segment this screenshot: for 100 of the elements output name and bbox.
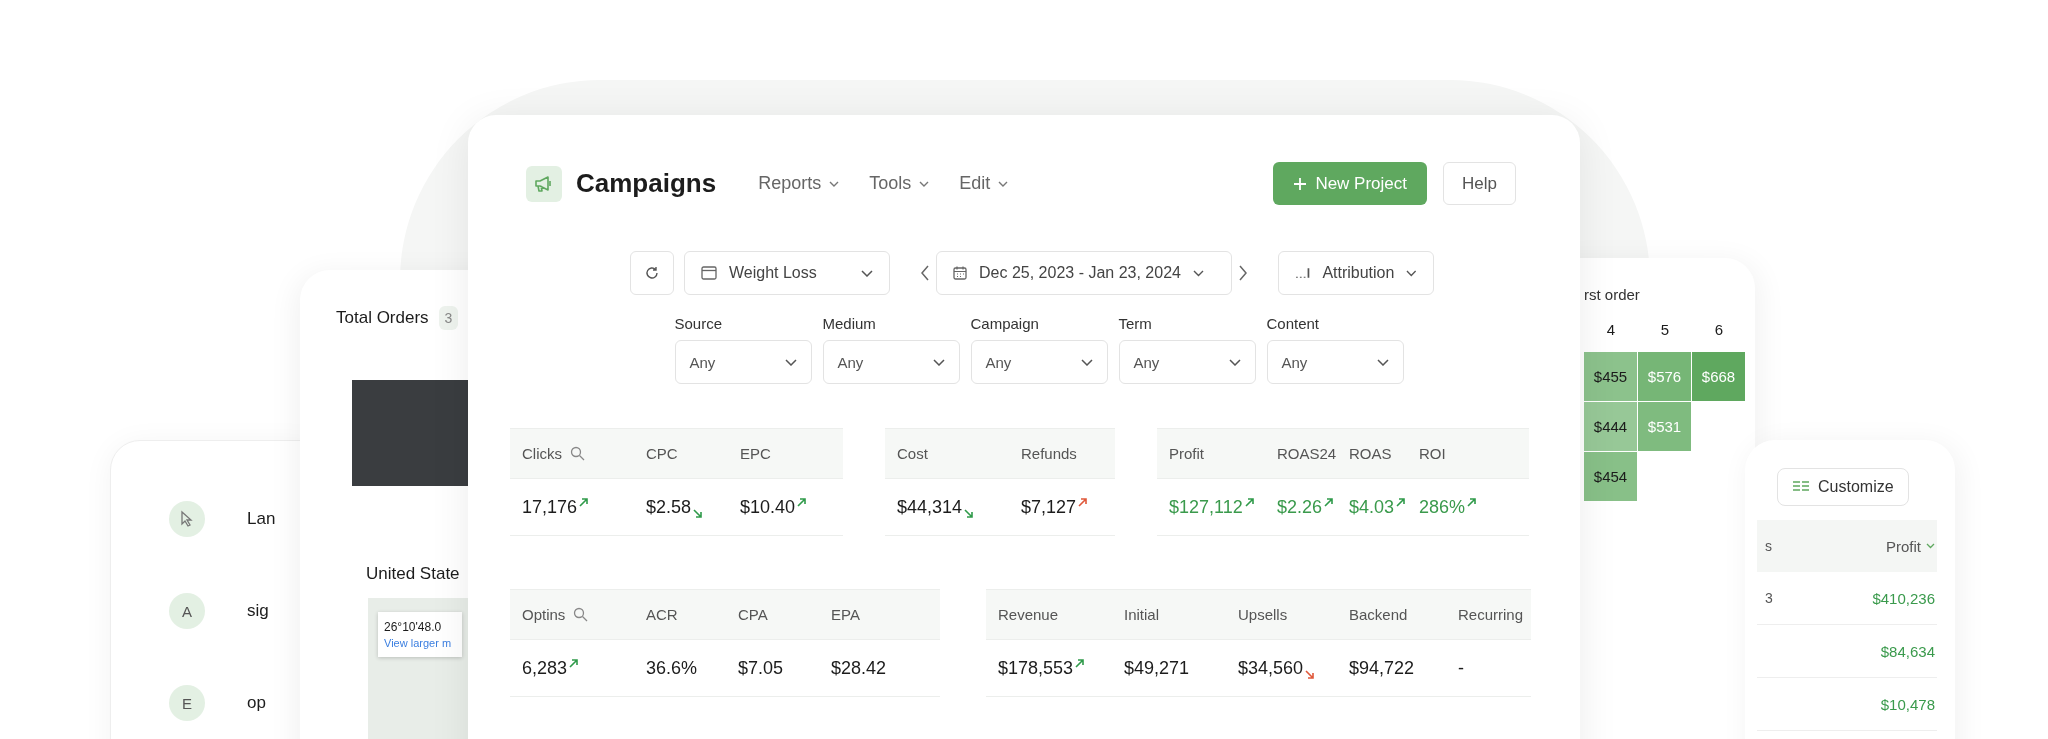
megaphone-icon <box>526 165 562 202</box>
column-header: 5 <box>1659 321 1671 338</box>
step-label: Lan <box>247 509 276 529</box>
card-title: rst order <box>1584 286 1641 303</box>
column-header: s <box>1764 538 1773 554</box>
column-header: 6 <box>1713 321 1725 338</box>
plus-icon <box>1293 176 1308 191</box>
metric-value: 6,283 <box>522 657 568 679</box>
filter-label: Content <box>1266 315 1321 332</box>
filter-dropdown[interactable]: Any <box>674 340 812 384</box>
metric-value: $94,722 <box>1349 657 1415 679</box>
caret-icon <box>861 269 873 277</box>
previous-icon[interactable] <box>920 265 930 281</box>
metric-label: CPA <box>738 606 768 623</box>
filter-label: Campaign <box>970 315 1040 332</box>
metric-label: Backend <box>1349 606 1408 623</box>
search-icon[interactable] <box>570 446 585 461</box>
help-button[interactable]: Help <box>1443 162 1516 205</box>
column-header[interactable]: Profit <box>1805 537 1935 555</box>
metric-label: Upsells <box>1238 606 1288 623</box>
attribution-dropdown[interactable]: Attribution <box>1278 251 1434 295</box>
map-link[interactable]: View larger m <box>384 637 452 649</box>
caret-icon <box>1192 269 1204 277</box>
step-node: A <box>169 593 205 629</box>
caret-icon <box>1406 269 1417 277</box>
heatmap-cell: $668 <box>1692 352 1745 401</box>
page-title: Campaigns <box>576 168 717 199</box>
column-header: 4 <box>1605 321 1617 338</box>
bar-chart-icon <box>1295 267 1311 279</box>
metric-value: $127,112 <box>1169 496 1243 518</box>
caret-icon <box>1376 358 1389 366</box>
metric-label: ROI <box>1419 445 1446 462</box>
window-icon <box>701 266 717 280</box>
metric-value: $2.26 <box>1277 496 1323 518</box>
step-label: sig <box>247 601 269 621</box>
menu-button[interactable]: Tools <box>869 169 930 198</box>
menu-button[interactable]: Reports <box>758 169 840 198</box>
project-dropdown[interactable]: Weight Loss <box>684 251 890 295</box>
metric-label: Refunds <box>1021 445 1077 462</box>
heatmap-cell: $444 <box>1584 402 1637 451</box>
caret-icon <box>998 180 1009 187</box>
filter-label: Source <box>674 315 724 332</box>
metric-label: Clicks <box>522 445 562 462</box>
calendar-icon <box>953 266 967 280</box>
metric-value: $28.42 <box>831 657 887 679</box>
table-cell-text: $84,634 <box>1879 642 1935 660</box>
caret-icon <box>1926 543 1935 549</box>
metric-value: $49,271 <box>1124 657 1190 679</box>
metric-label: Revenue <box>998 606 1059 623</box>
search-icon[interactable] <box>573 607 589 622</box>
caret-icon <box>919 180 930 187</box>
cursor-icon <box>179 510 195 528</box>
metric-label: EPC <box>740 445 771 462</box>
filter-label: Medium <box>822 315 877 332</box>
metric-label: ROAS <box>1349 445 1392 462</box>
metric-label: Optins <box>522 606 566 623</box>
heatmap-cell: $454 <box>1584 452 1637 501</box>
metric-value: - <box>1458 657 1464 679</box>
count-badge: 3 <box>438 306 459 330</box>
refresh-button[interactable] <box>630 251 674 295</box>
metric-value: $7,127 <box>1021 496 1077 518</box>
metric-label: EPA <box>831 606 860 623</box>
metric-label: Profit <box>1169 445 1204 462</box>
menu-button[interactable]: Edit <box>959 169 1009 198</box>
filter-label: Term <box>1118 315 1153 332</box>
metric-value: 17,176 <box>522 496 578 518</box>
date-range-picker[interactable]: Dec 25, 2023 - Jan 23, 2024 <box>936 251 1232 295</box>
step-label: op <box>247 693 266 713</box>
filter-dropdown[interactable]: Any <box>1118 340 1256 384</box>
filter-dropdown[interactable]: Any <box>970 340 1108 384</box>
caret-icon <box>829 180 840 187</box>
metric-value: $4.03 <box>1349 496 1395 518</box>
filter-dropdown[interactable]: Any <box>822 340 960 384</box>
table-cell-text: $410,236 <box>1871 589 1935 607</box>
filter-dropdown[interactable]: Any <box>1266 340 1404 384</box>
heatmap-cell: $576 <box>1638 352 1691 401</box>
metric-value: $10.40 <box>740 496 796 518</box>
table-cell-text: $10,478 <box>1879 695 1935 713</box>
step-node: E <box>169 685 205 721</box>
table-cell: 3 <box>1765 590 1773 606</box>
next-icon[interactable] <box>1238 265 1248 281</box>
location-label: United State <box>366 564 461 584</box>
metric-label: ROAS24 <box>1277 445 1337 462</box>
metric-label: Initial <box>1124 606 1160 623</box>
caret-icon <box>932 358 945 366</box>
metric-value: $34,560 <box>1238 657 1304 679</box>
heatmap-cell: $455 <box>1584 352 1637 401</box>
caret-icon <box>1228 358 1241 366</box>
metric-label: Recurring <box>1458 606 1524 623</box>
columns-icon <box>1792 480 1810 494</box>
metric-label: Cost <box>897 445 928 462</box>
metric-value: $2.58 <box>646 496 692 518</box>
metric-value: 36.6% <box>646 657 698 679</box>
customize-button[interactable]: Customize <box>1777 468 1909 506</box>
metric-label: ACR <box>646 606 678 623</box>
metric-label: CPC <box>646 445 678 462</box>
card-title: Total Orders <box>336 308 429 328</box>
metric-value: $178,553 <box>998 657 1074 679</box>
metric-value: 286% <box>1419 496 1466 518</box>
caret-icon <box>784 358 797 366</box>
